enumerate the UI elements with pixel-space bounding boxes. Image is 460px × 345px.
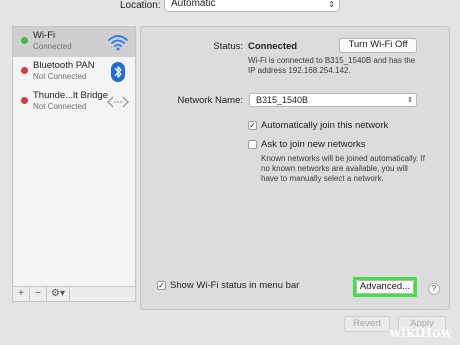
- network-name-select[interactable]: B315_1540B ⇕: [249, 93, 417, 107]
- service-name: Thunde...lt Bridge: [33, 90, 108, 101]
- service-status: Connected: [33, 42, 72, 51]
- location-label: Location:: [120, 0, 161, 11]
- service-item-wifi[interactable]: Wi-Fi Connected: [13, 27, 135, 57]
- location-value: Automatic: [171, 0, 216, 9]
- service-status: Not Connected: [33, 72, 87, 81]
- network-name-value: B315_1540B: [256, 95, 309, 105]
- status-value: Connected: [248, 41, 298, 52]
- bluetooth-icon: [111, 62, 125, 82]
- advanced-highlight: [353, 277, 417, 297]
- remove-service-button[interactable]: −: [30, 287, 47, 301]
- status-description: Wi-Fi is connected to B315_1540B and has…: [248, 56, 416, 75]
- wifi-icon: [108, 35, 128, 51]
- service-list: Wi-Fi Connected Bluetooth PAN Not Connec…: [12, 26, 136, 302]
- auto-join-checkbox[interactable]: ✓: [248, 121, 257, 130]
- status-label: Status:: [213, 41, 243, 52]
- service-name: Wi-Fi: [33, 30, 56, 41]
- watermark-how: How: [419, 326, 452, 341]
- status-dot-red: [21, 97, 28, 104]
- service-item-bluetooth-pan[interactable]: Bluetooth PAN Not Connected: [13, 57, 135, 87]
- revert-button[interactable]: Revert: [344, 316, 390, 332]
- auto-join-label: Automatically join this network: [261, 120, 389, 131]
- wikihow-watermark: wikiHow: [390, 326, 452, 341]
- show-status-checkbox[interactable]: ✓: [157, 281, 166, 290]
- ask-join-description: Known networks will be joined automatica…: [261, 154, 425, 183]
- status-dot-red: [21, 67, 28, 74]
- sidebar-toolbar: + − ⚙▾: [13, 286, 135, 301]
- show-status-label: Show Wi-Fi status in menu bar: [170, 280, 300, 291]
- help-button[interactable]: ?: [428, 283, 440, 295]
- gear-menu-button[interactable]: ⚙▾: [47, 287, 70, 301]
- ask-join-label: Ask to join new networks: [261, 139, 366, 150]
- wifi-settings-panel: Status: Connected Turn Wi-Fi Off Wi-Fi i…: [140, 26, 450, 310]
- chevron-updown-icon: ⇕: [328, 0, 335, 9]
- service-status: Not Connected: [33, 102, 87, 111]
- network-name-label: Network Name:: [177, 95, 243, 106]
- status-dot-green: [21, 37, 28, 44]
- chevron-updown-icon: ⇕: [407, 97, 413, 104]
- location-select[interactable]: Automatic ⇕: [164, 0, 340, 12]
- service-name: Bluetooth PAN: [33, 60, 95, 71]
- service-item-thunderbolt-bridge[interactable]: Thunde...lt Bridge Not Connected: [13, 87, 135, 117]
- ask-join-checkbox[interactable]: [248, 140, 257, 149]
- thunderbolt-bridge-icon: [107, 96, 129, 108]
- turn-wifi-off-button[interactable]: Turn Wi-Fi Off: [339, 38, 417, 53]
- add-service-button[interactable]: +: [13, 287, 30, 301]
- watermark-wiki: wiki: [389, 326, 420, 341]
